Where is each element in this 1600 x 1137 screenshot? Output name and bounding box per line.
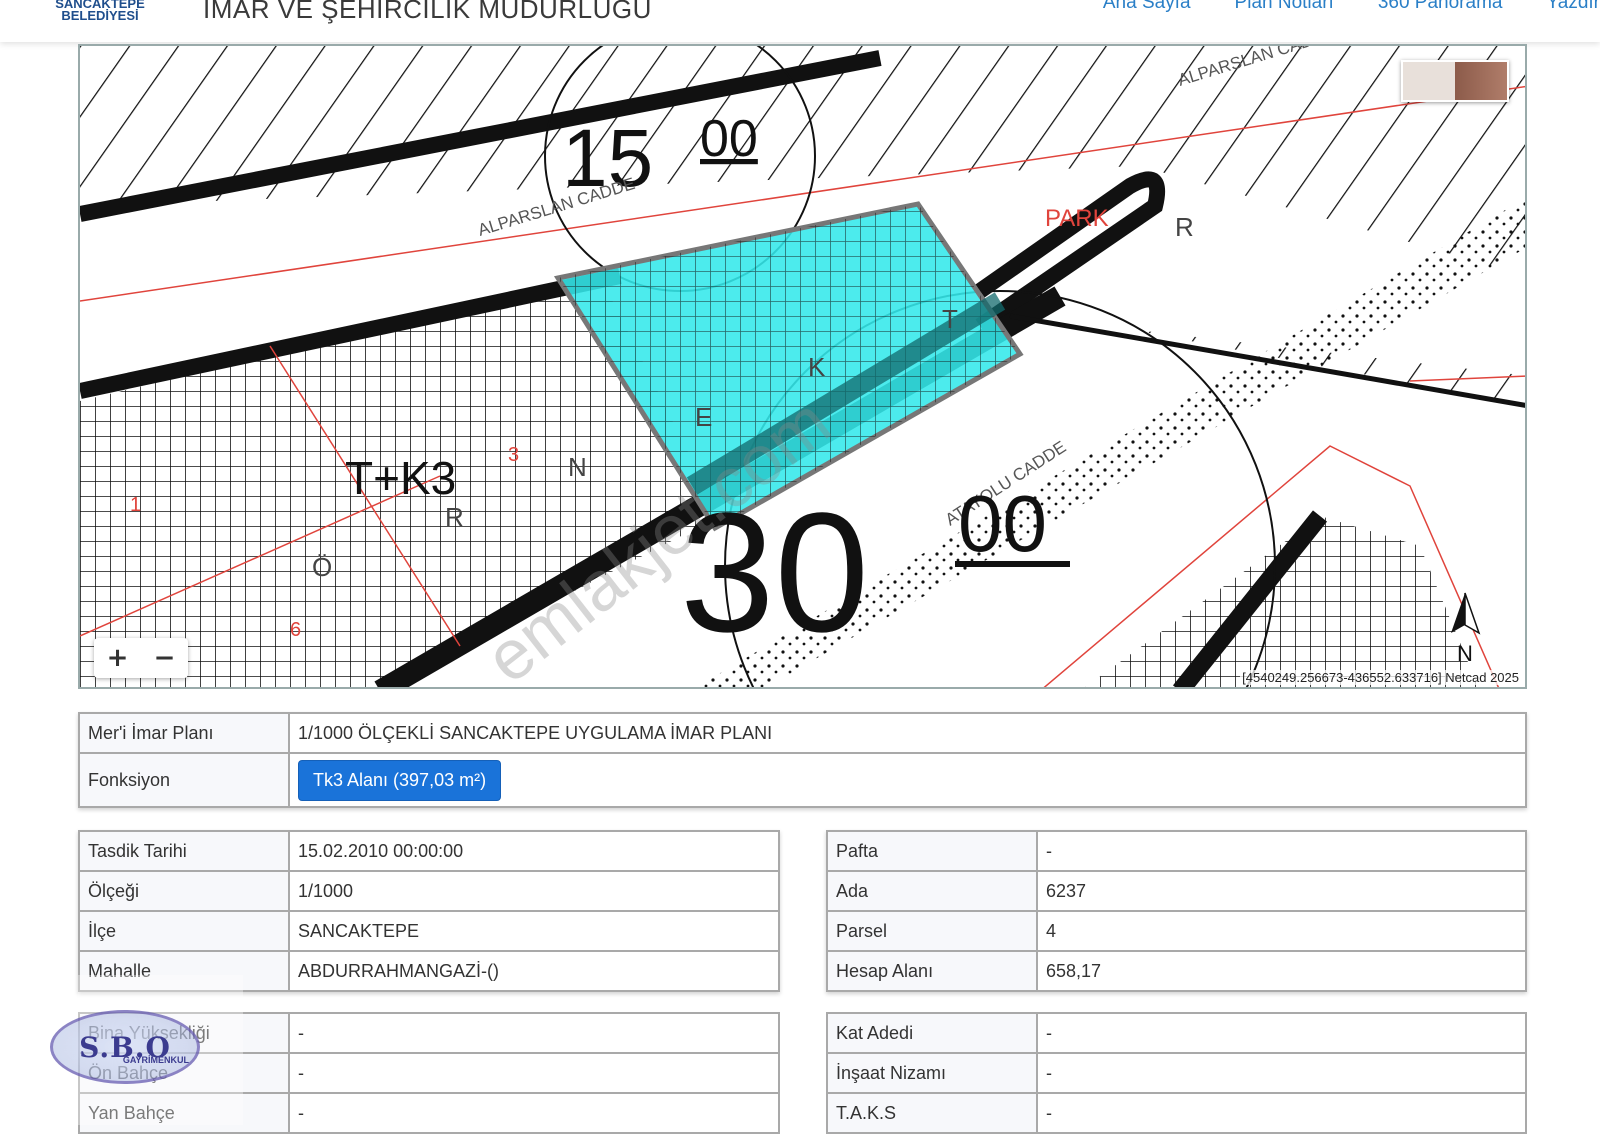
table-row: Ölçeği 1/1000 <box>78 870 780 912</box>
map-number-1: 1 <box>130 494 141 516</box>
zoning-map[interactable]: 15 00 ALPARSLAN CADDE ALPARSLAN CADDE AT… <box>78 44 1527 689</box>
basemap-switcher[interactable] <box>1401 60 1509 102</box>
table-row: Parsel 4 <box>826 910 1527 952</box>
district-label: İlçe <box>78 910 290 952</box>
sheet-label: Pafta <box>826 830 1038 872</box>
table-row: Hesap Alanı 658,17 <box>826 950 1527 992</box>
municipality-logo[interactable]: SANCAKTEPE BELEDİYESİ <box>50 0 150 22</box>
nav-home-link[interactable]: Ana Sayfa <box>1103 0 1191 14</box>
approval-date-value: 15.02.2010 00:00:00 <box>288 830 780 872</box>
block-value: 6237 <box>1036 870 1527 912</box>
table-row: İlçe SANCAKTEPE <box>78 910 780 952</box>
map-width-label-1-dec: 00 <box>700 110 758 168</box>
parcel-label: Parsel <box>826 910 1038 952</box>
map-canvas: 15 00 ALPARSLAN CADDE ALPARSLAN CADDE AT… <box>80 46 1525 687</box>
scale-value: 1/1000 <box>288 870 780 912</box>
table-row: İnşaat Nizamı - <box>826 1052 1527 1094</box>
table-row: Fonksiyon Tk3 Alanı (397,03 m²) <box>78 752 1527 808</box>
map-letter-r2: R <box>445 502 464 532</box>
map-number-3: 3 <box>508 444 519 466</box>
table-row: T.A.K.S - <box>826 1092 1527 1134</box>
plan-value: 1/1000 ÖLÇEKLİ SANCAKTEPE UYGULAMA İMAR … <box>288 712 1527 754</box>
table-row: Mer'i İmar Planı 1/1000 ÖLÇEKLİ SANCAKTE… <box>78 712 1527 754</box>
plan-info-table: Mer'i İmar Planı 1/1000 ÖLÇEKLİ SANCAKTE… <box>78 712 1527 808</box>
function-cell: Tk3 Alanı (397,03 m²) <box>288 752 1527 808</box>
side-yard-value: - <box>288 1092 780 1134</box>
top-nav: Ana Sayfa Plan Notları 360 Panorama Yazd… <box>1059 0 1600 14</box>
construction-order-value: - <box>1036 1052 1527 1094</box>
table-row: Pafta - <box>826 830 1527 872</box>
table-row: Kat Adedi - <box>826 1012 1527 1054</box>
map-width-label-2-dec: 00 <box>958 479 1047 568</box>
map-zone-label: T+K3 <box>345 452 456 504</box>
zoom-control: + − <box>94 638 188 678</box>
floor-count-value: - <box>1036 1012 1527 1054</box>
realestate-logo: S.B.O GAYRİMENKUL <box>50 1010 200 1084</box>
sheet-value: - <box>1036 830 1527 872</box>
page-title: İMAR VE ŞEHİRCİLİK MÜDÜRLÜĞÜ <box>203 0 652 24</box>
neighborhood-value: ABDURRAHMANGAZİ-() <box>288 950 780 992</box>
construction-info-table: Kat Adedi - İnşaat Nizamı - T.A.K.S - <box>826 1012 1527 1134</box>
map-letter-t: T <box>942 304 958 334</box>
map-letter-r1: R <box>1175 212 1194 242</box>
nav-print-link[interactable]: Yazdır <box>1546 0 1600 14</box>
zoom-in-button[interactable]: + <box>94 638 141 678</box>
north-label: N <box>1457 641 1473 666</box>
construction-order-label: İnşaat Nizamı <box>826 1052 1038 1094</box>
table-row: Ada 6237 <box>826 870 1527 912</box>
nav-panorama-link[interactable]: 360 Panorama <box>1378 0 1503 14</box>
north-arrow-icon: N <box>1445 589 1485 669</box>
floor-count-label: Kat Adedi <box>826 1012 1038 1054</box>
district-value: SANCAKTEPE <box>288 910 780 952</box>
parcel-info-table: Pafta - Ada 6237 Parsel 4 Hesap Alanı 658,17 <box>826 830 1527 992</box>
zoom-out-button[interactable]: − <box>141 638 188 678</box>
area-value: 658,17 <box>1036 950 1527 992</box>
map-letter-e: E <box>695 402 712 432</box>
realestate-logo-sub: GAYRİMENKUL <box>122 1055 189 1065</box>
approval-info-table: Tasdik Tarihi 15.02.2010 00:00:00 Ölçeği 1… <box>78 830 780 992</box>
map-park-label: PARK <box>1045 205 1109 232</box>
function-badge-button[interactable]: Tk3 Alanı (397,03 m²) <box>298 759 502 801</box>
map-letter-k: K <box>808 352 826 382</box>
map-letter-n: N <box>568 452 587 482</box>
nav-plan-notes-link[interactable]: Plan Notları <box>1235 0 1334 14</box>
block-label: Ada <box>826 870 1038 912</box>
parcel-value: 4 <box>1036 910 1527 952</box>
top-header: SANCAKTEPE BELEDİYESİ İMAR VE ŞEHİRCİLİK… <box>0 0 1600 42</box>
taks-label: T.A.K.S <box>826 1092 1038 1134</box>
area-label: Hesap Alanı <box>826 950 1038 992</box>
approval-date-label: Tasdik Tarihi <box>78 830 290 872</box>
building-height-value: - <box>288 1012 780 1054</box>
map-number-6: 6 <box>290 619 301 641</box>
scale-label: Ölçeği <box>78 870 290 912</box>
logo-line-2: BELEDİYESİ <box>61 8 139 23</box>
front-yard-value: - <box>288 1052 780 1094</box>
table-row: Tasdik Tarihi 15.02.2010 00:00:00 <box>78 830 780 872</box>
taks-value: - <box>1036 1092 1527 1134</box>
coordinate-readout: [4540249.256673-436552.633716] Netcad 20… <box>1240 670 1521 685</box>
map-letter-o: Ö <box>312 552 332 582</box>
function-label: Fonksiyon <box>78 752 290 808</box>
plan-label: Mer'i İmar Planı <box>78 712 290 754</box>
map-grid-block-se <box>1085 516 1479 687</box>
